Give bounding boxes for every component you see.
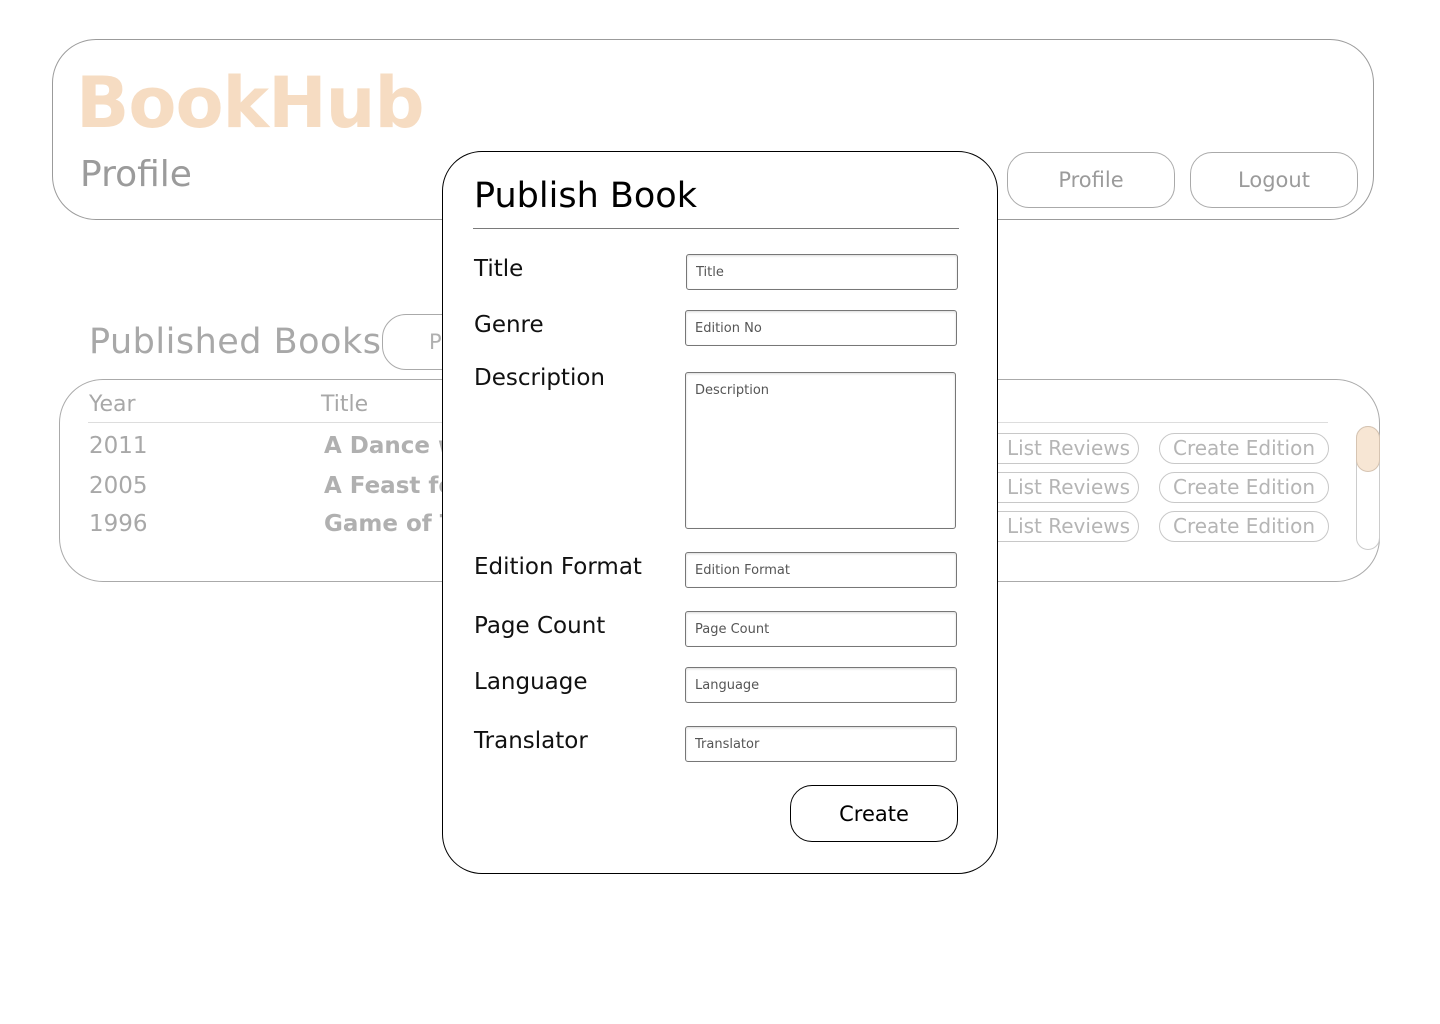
genre-input[interactable] bbox=[685, 310, 957, 346]
translator-input[interactable] bbox=[685, 726, 957, 762]
profile-button[interactable]: Profile bbox=[1007, 152, 1175, 208]
create-edition-button[interactable]: Create Edition bbox=[1159, 511, 1329, 542]
app-logo: BookHub bbox=[76, 62, 425, 144]
description-textarea[interactable] bbox=[685, 372, 956, 529]
language-label: Language bbox=[474, 669, 588, 695]
create-button[interactable]: Create bbox=[790, 785, 958, 842]
title-label: Title bbox=[474, 256, 524, 282]
create-edition-button[interactable]: Create Edition bbox=[1159, 472, 1329, 503]
cell-year: 2011 bbox=[89, 433, 148, 459]
logout-button[interactable]: Logout bbox=[1190, 152, 1358, 208]
column-header-year: Year bbox=[89, 392, 136, 417]
published-books-title: Published Books bbox=[89, 322, 382, 362]
modal-title-divider bbox=[473, 228, 959, 229]
title-input[interactable] bbox=[686, 254, 958, 290]
edition-format-label: Edition Format bbox=[474, 554, 642, 580]
genre-label: Genre bbox=[474, 312, 544, 338]
cell-year: 2005 bbox=[89, 473, 148, 499]
edition-format-input[interactable] bbox=[685, 552, 957, 588]
cell-title: Game of T bbox=[324, 511, 456, 537]
column-header-title: Title bbox=[321, 392, 369, 417]
cell-year: 1996 bbox=[89, 511, 148, 537]
cell-title: A Dance w bbox=[324, 433, 460, 459]
modal-title: Publish Book bbox=[474, 176, 697, 216]
language-input[interactable] bbox=[685, 667, 957, 703]
translator-label: Translator bbox=[474, 728, 588, 754]
create-edition-button[interactable]: Create Edition bbox=[1159, 433, 1329, 464]
description-label: Description bbox=[474, 365, 605, 391]
page-title: Profile bbox=[80, 154, 192, 195]
page-count-input[interactable] bbox=[685, 611, 957, 647]
scrollbar-thumb[interactable] bbox=[1356, 426, 1380, 472]
page-count-label: Page Count bbox=[474, 613, 606, 639]
